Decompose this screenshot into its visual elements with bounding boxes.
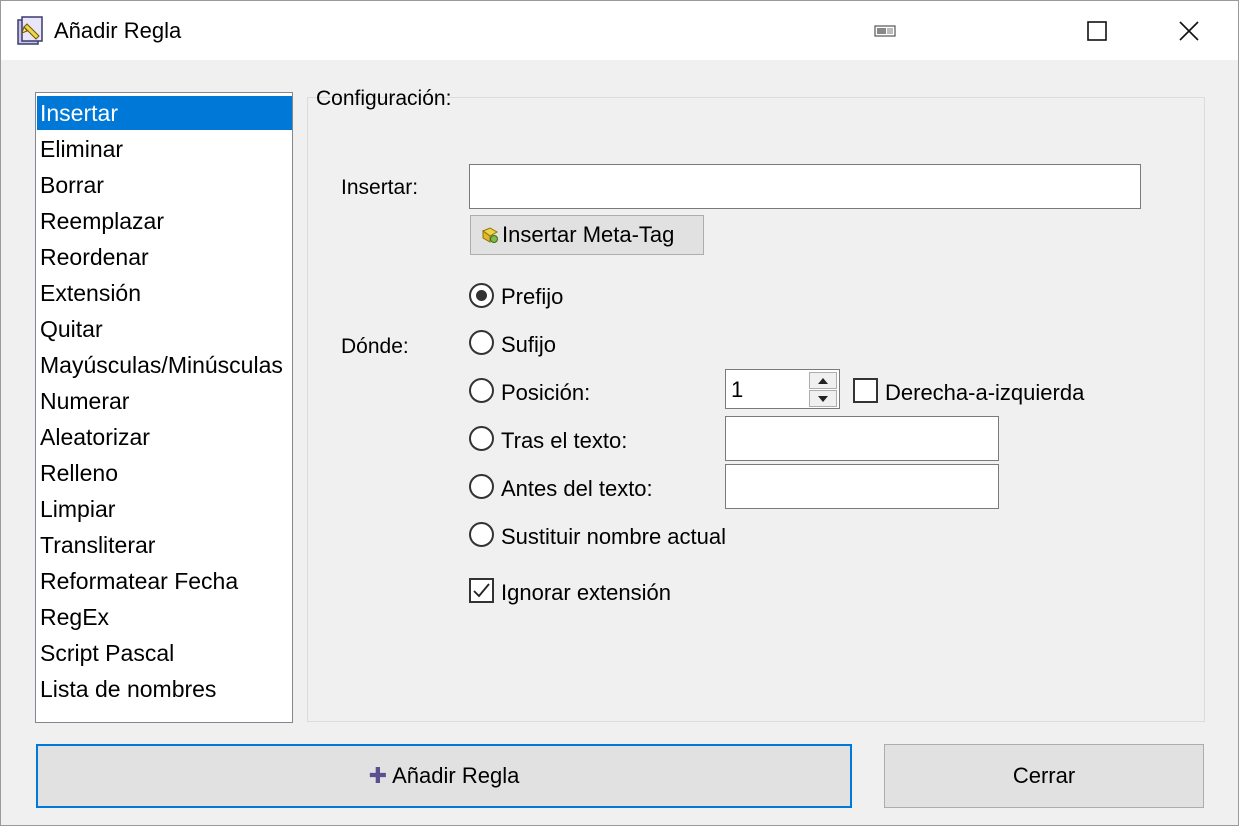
before-text-input[interactable] <box>725 464 999 509</box>
insert-meta-tag-label: Insertar Meta-Tag <box>502 222 675 247</box>
radio-position-label[interactable]: Posición: <box>501 380 590 406</box>
meta-tag-icon <box>481 227 499 243</box>
add-rule-dialog: Añadir Regla Insertar Eliminar Borrar Re… <box>0 0 1239 826</box>
radio-before-text[interactable] <box>469 474 494 499</box>
position-value[interactable]: 1 <box>731 377 743 403</box>
ignore-extension-label[interactable]: Ignorar extensión <box>501 580 671 606</box>
where-label: Dónde: <box>341 335 409 358</box>
checkmark-icon <box>473 583 490 598</box>
rule-item-quitar[interactable]: Quitar <box>37 312 292 346</box>
rule-item-reformatear-fecha[interactable]: Reformatear Fecha <box>37 564 292 598</box>
rule-item-lista-nombres[interactable]: Lista de nombres <box>37 672 292 706</box>
rule-item-borrar[interactable]: Borrar <box>37 168 292 202</box>
position-spinner[interactable]: 1 <box>725 369 840 409</box>
arrow-up-icon <box>818 377 828 384</box>
rule-item-transliterar[interactable]: Transliterar <box>37 528 292 562</box>
rule-item-eliminar[interactable]: Eliminar <box>37 132 292 166</box>
radio-replace-name[interactable] <box>469 522 494 547</box>
add-rule-button[interactable]: ✚ Añadir Regla <box>36 744 852 808</box>
rule-item-relleno[interactable]: Relleno <box>37 456 292 490</box>
right-to-left-checkbox[interactable] <box>853 378 878 403</box>
configuration-group-label: Configuración: <box>316 87 452 110</box>
spinner-up-button[interactable] <box>809 372 837 389</box>
rule-item-aleatorizar[interactable]: Aleatorizar <box>37 420 292 454</box>
radio-after-text[interactable] <box>469 426 494 451</box>
insert-meta-tag-button[interactable]: Insertar Meta-Tag <box>470 215 704 255</box>
radio-prefix[interactable] <box>469 283 494 308</box>
rule-item-numerar[interactable]: Numerar <box>37 384 292 418</box>
spinner-down-button[interactable] <box>809 390 837 407</box>
rule-item-extension[interactable]: Extensión <box>37 276 292 310</box>
insert-label: Insertar: <box>341 176 419 199</box>
after-text-input[interactable] <box>725 416 999 461</box>
close-button-label: Cerrar <box>1012 763 1076 788</box>
snap-icon[interactable] <box>839 1 931 60</box>
radio-suffix-label[interactable]: Sufijo <box>501 332 556 358</box>
rule-item-limpiar[interactable]: Limpiar <box>37 492 292 526</box>
close-icon <box>1179 20 1199 41</box>
rule-item-regex[interactable]: RegEx <box>37 600 292 634</box>
rule-item-reordenar[interactable]: Reordenar <box>37 240 292 274</box>
radio-replace-name-label[interactable]: Sustituir nombre actual <box>501 524 726 550</box>
maximize-icon <box>1087 20 1107 41</box>
rule-item-script-pascal[interactable]: Script Pascal <box>37 636 292 670</box>
close-window-button[interactable] <box>1143 1 1235 60</box>
rule-item-reemplazar[interactable]: Reemplazar <box>37 204 292 238</box>
app-icon <box>17 16 43 45</box>
radio-selected-dot <box>476 290 487 301</box>
maximize-button[interactable] <box>1051 1 1143 60</box>
ignore-extension-checkbox[interactable] <box>469 578 494 603</box>
rule-item-insertar[interactable]: Insertar <box>37 96 292 130</box>
rule-item-mayusculas[interactable]: Mayúsculas/Minúsculas <box>37 348 292 382</box>
radio-after-text-label[interactable]: Tras el texto: <box>501 428 627 454</box>
title-bar[interactable]: Añadir Regla <box>1 1 1238 60</box>
right-to-left-label[interactable]: Derecha-a-izquierda <box>885 380 1084 406</box>
insert-text-input[interactable] <box>469 164 1141 209</box>
radio-suffix[interactable] <box>469 330 494 355</box>
close-button[interactable]: Cerrar <box>884 744 1204 808</box>
window-title: Añadir Regla <box>54 18 182 43</box>
radio-before-text-label[interactable]: Antes del texto: <box>501 476 653 502</box>
radio-position[interactable] <box>469 378 494 403</box>
radio-prefix-label[interactable]: Prefijo <box>501 284 563 310</box>
plus-icon: ✚ <box>368 763 388 788</box>
rule-type-list[interactable]: Insertar Eliminar Borrar Reemplazar Reor… <box>35 92 293 723</box>
arrow-down-icon <box>818 395 828 402</box>
add-rule-label: Añadir Regla <box>392 763 520 788</box>
